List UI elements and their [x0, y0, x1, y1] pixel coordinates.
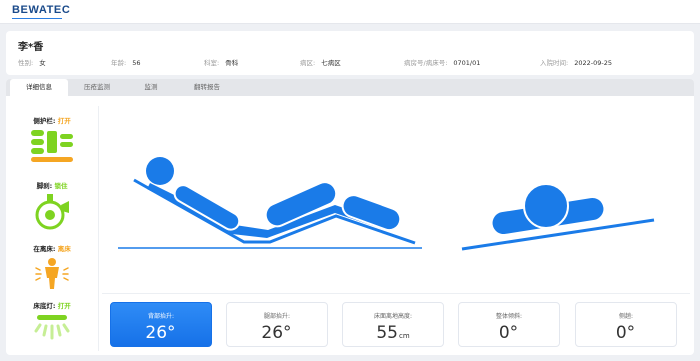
brake-icon [35, 194, 69, 230]
room-bed-field: 病房号/病床号: 0701/01 [404, 59, 481, 67]
bed-light-icon [34, 315, 70, 340]
tab-pressure-monitoring[interactable]: 压疮监测 [68, 79, 126, 96]
side-rail-icon [31, 130, 73, 162]
bed-side-view-diagram [118, 157, 422, 249]
tab-bar: 详细信息 压疮监测 监测 翻转报告 [6, 79, 694, 96]
patient-head [146, 157, 174, 185]
in-bed-label: 在离床: 离床 [33, 245, 71, 253]
metric-overall-tilt[interactable]: 整体倾斜: 0° [458, 302, 560, 347]
gender-field: 性别: 女 [18, 59, 46, 67]
person-out-of-bed-icon [35, 258, 69, 289]
brake-label: 脚刹: 锁住 [36, 182, 68, 190]
bed-end-view-diagram [461, 183, 655, 251]
horizontal-divider [102, 293, 690, 294]
in-bed-status: 在离床: 离床 [12, 243, 92, 296]
side-rail-label: 侧护栏: 打开 [33, 117, 71, 125]
department-field: 科室: 骨科 [204, 59, 239, 67]
detail-card: 详细信息 压疮监测 监测 翻转报告 侧护栏: 打开 脚刹: 锁住 在离床: 离床 [6, 79, 694, 355]
side-rail-status: 侧护栏: 打开 [12, 115, 92, 168]
age-field: 年龄: 56 [111, 59, 141, 67]
metric-back-raise[interactable]: 背部抬升: 26° [110, 302, 212, 347]
metric-leg-raise[interactable]: 腿部抬升: 26° [226, 302, 328, 347]
patient-name: 李*香 [18, 42, 44, 53]
metric-bed-height[interactable]: 床面离地高度: 55cm [342, 302, 444, 347]
ward-field: 病区: 七病区 [300, 59, 341, 67]
top-bar: BEWATEC [0, 0, 700, 24]
bed-light-status: 床底灯: 打开 [12, 300, 92, 347]
patient-info-panel: 李*香 性别: 女 年龄: 56 科室: 骨科 病区: 七病区 病房号/病床号: 0701… [6, 31, 694, 75]
metric-side-tilt[interactable]: 侧趟: 0° [575, 302, 677, 347]
end-view-head [523, 183, 569, 229]
brand-logo: BEWATEC [12, 4, 71, 16]
brake-status: 脚刹: 锁住 [12, 180, 92, 235]
vertical-divider [98, 106, 99, 351]
tab-turn-report[interactable]: 翻转报告 [176, 79, 238, 96]
tab-monitoring[interactable]: 监测 [126, 79, 176, 96]
tab-details[interactable]: 详细信息 [10, 79, 68, 96]
bed-light-label: 床底灯: 打开 [33, 302, 71, 310]
logo-underline [12, 18, 62, 19]
admission-date-field: 入院时间: 2022-09-25 [540, 59, 612, 67]
